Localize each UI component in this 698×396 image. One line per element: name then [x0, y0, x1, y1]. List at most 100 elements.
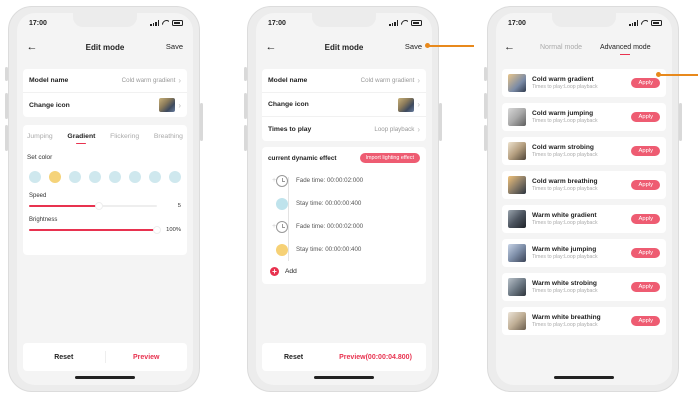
apply-button[interactable]: Apply: [631, 316, 660, 326]
preset-thumbnail-image: [508, 176, 526, 194]
preset-item[interactable]: Warm white strobing Times to play:Loop pl…: [502, 273, 666, 301]
model-thumbnail-image: [159, 98, 176, 112]
brightness-control: Brightness 100%: [23, 213, 187, 237]
tab-advanced-mode[interactable]: Advanced mode: [600, 44, 651, 55]
chevron-right-icon: ›: [417, 100, 420, 109]
tab-breathing[interactable]: Breathing: [154, 133, 183, 140]
preset-item[interactable]: Cold warm gradient Times to play:Loop pla…: [502, 69, 666, 97]
brightness-value: 100%: [166, 227, 181, 233]
fade-time-text: Fade time: 00:00:02:000: [296, 177, 364, 184]
tab-flickering[interactable]: Flickering: [110, 133, 139, 140]
save-button[interactable]: Save: [405, 42, 422, 51]
color-swatch[interactable]: [149, 171, 161, 183]
preset-name: Cold warm breathing: [532, 178, 598, 185]
color-swatch[interactable]: [89, 171, 101, 183]
phone-advanced-mode: 17:00 ← Normal mode Advanced mode Cold w…: [484, 6, 682, 392]
change-icon-label: Change icon: [29, 101, 70, 109]
preset-subtitle: Times to play:Loop playback: [532, 220, 598, 226]
color-swatch[interactable]: [169, 171, 181, 183]
color-swatch[interactable]: [29, 171, 41, 183]
preview-button[interactable]: Preview(00:00:04.800): [325, 354, 426, 361]
home-indicator: [554, 376, 614, 379]
screen: 17:00 ← Edit mode Save Model name Cold w…: [256, 13, 432, 385]
save-button[interactable]: Save: [166, 42, 183, 51]
timeline-item-stay[interactable]: Stay time: 00:00:00:400: [276, 192, 420, 215]
power-button: [200, 103, 203, 141]
apply-button[interactable]: Apply: [631, 180, 660, 190]
timeline-item-fade[interactable]: + Fade time: 00:00:02:000: [272, 215, 420, 238]
tab-jumping[interactable]: Jumping: [27, 133, 53, 140]
apply-button[interactable]: Apply: [631, 282, 660, 292]
back-arrow-icon[interactable]: ←: [264, 40, 278, 54]
color-dot-blue[interactable]: [276, 197, 288, 210]
preset-subtitle: Times to play:Loop playback: [532, 322, 598, 328]
clock-icon: [276, 174, 288, 187]
color-swatch[interactable]: [109, 171, 121, 183]
speed-slider-handle[interactable]: [95, 202, 104, 210]
apply-button[interactable]: Apply: [631, 214, 660, 224]
battery-icon: [411, 20, 422, 26]
tab-gradient[interactable]: Gradient: [67, 133, 95, 144]
change-icon-label: Change icon: [268, 101, 309, 108]
apply-button[interactable]: Apply: [631, 78, 660, 88]
status-time: 17:00: [508, 20, 526, 27]
screen: 17:00 ← Normal mode Advanced mode Cold w…: [496, 13, 672, 385]
current-effect-label: current dynamic effect: [268, 154, 337, 162]
preset-item[interactable]: Warm white gradient Times to play:Loop pl…: [502, 205, 666, 233]
back-arrow-icon[interactable]: ←: [504, 40, 515, 54]
color-swatch[interactable]: [69, 171, 81, 183]
status-bar: 17:00: [17, 13, 193, 33]
preview-button[interactable]: Preview: [106, 354, 188, 361]
timeline-item-stay[interactable]: Stay time: 00:00:00:400: [276, 238, 420, 261]
color-dot-yellow[interactable]: [276, 243, 288, 256]
add-label: Add: [285, 268, 297, 275]
preset-item[interactable]: Cold warm breathing Times to play:Loop pl…: [502, 171, 666, 199]
preset-thumbnail-image: [508, 108, 526, 126]
battery-icon: [651, 20, 662, 26]
add-circle-icon: +: [270, 267, 279, 276]
times-to-play-value: Loop playback: [374, 125, 415, 133]
color-swatch[interactable]: [129, 171, 141, 183]
back-arrow-icon[interactable]: ←: [25, 40, 39, 54]
model-name-row[interactable]: Model name Cold warm gradient ›: [262, 69, 426, 93]
status-bar: 17:00: [496, 13, 672, 33]
preset-thumbnail-image: [508, 74, 526, 92]
preset-item[interactable]: Cold warm jumping Times to play:Loop play…: [502, 103, 666, 131]
preset-item[interactable]: Warm white jumping Times to play:Loop pla…: [502, 239, 666, 267]
mode-switch-tabs: ← Normal mode Advanced mode: [496, 35, 672, 59]
model-thumbnail-image: [398, 97, 415, 112]
screen: 17:00 ← Edit mode Save Model name Cold w…: [17, 13, 193, 385]
page-title: Edit mode: [85, 42, 125, 52]
phone-edit-mode-1: 17:00 ← Edit mode Save Model name Cold w…: [5, 6, 203, 392]
reset-button[interactable]: Reset: [23, 354, 105, 361]
times-to-play-row[interactable]: Times to play Loop playback ›: [262, 117, 426, 141]
stay-time-text: Stay time: 00:00:00:400: [296, 200, 362, 207]
apply-button[interactable]: Apply: [631, 146, 660, 156]
preset-item[interactable]: Cold warm strobing Times to play:Loop pla…: [502, 137, 666, 165]
wifi-icon: [401, 20, 408, 26]
brightness-slider[interactable]: [29, 226, 161, 234]
phone-edit-mode-2: 17:00 ← Edit mode Save Model name Cold w…: [244, 6, 442, 392]
apply-button[interactable]: Apply: [631, 248, 660, 258]
speed-slider[interactable]: [29, 202, 157, 210]
preset-name: Warm white breathing: [532, 314, 601, 321]
preset-thumbnail-image: [508, 312, 526, 330]
model-name-row[interactable]: Model name Cold warm gradient ›: [23, 69, 187, 93]
change-icon-row[interactable]: Change icon ›: [23, 93, 187, 117]
import-lighting-effect-button[interactable]: Import lighting effect: [359, 153, 420, 163]
model-name-label: Model name: [268, 77, 308, 84]
times-to-play-label: Times to play: [268, 125, 312, 133]
timeline-item-fade[interactable]: + Fade time: 00:00:02:000: [272, 169, 420, 192]
signal-icon: [629, 20, 638, 26]
apply-button[interactable]: Apply: [631, 112, 660, 122]
chevron-right-icon: ›: [417, 76, 420, 85]
change-icon-row[interactable]: Change icon ›: [262, 93, 426, 117]
tab-normal-mode[interactable]: Normal mode: [540, 44, 582, 51]
add-step-button[interactable]: + Add: [262, 261, 426, 284]
color-swatch-selected[interactable]: [49, 171, 61, 183]
brightness-slider-handle[interactable]: [153, 226, 161, 234]
preset-thumbnail-image: [508, 278, 526, 296]
preset-item[interactable]: Warm white breathing Times to play:Loop p…: [502, 307, 666, 335]
battery-icon: [172, 20, 183, 26]
reset-button[interactable]: Reset: [262, 354, 325, 361]
